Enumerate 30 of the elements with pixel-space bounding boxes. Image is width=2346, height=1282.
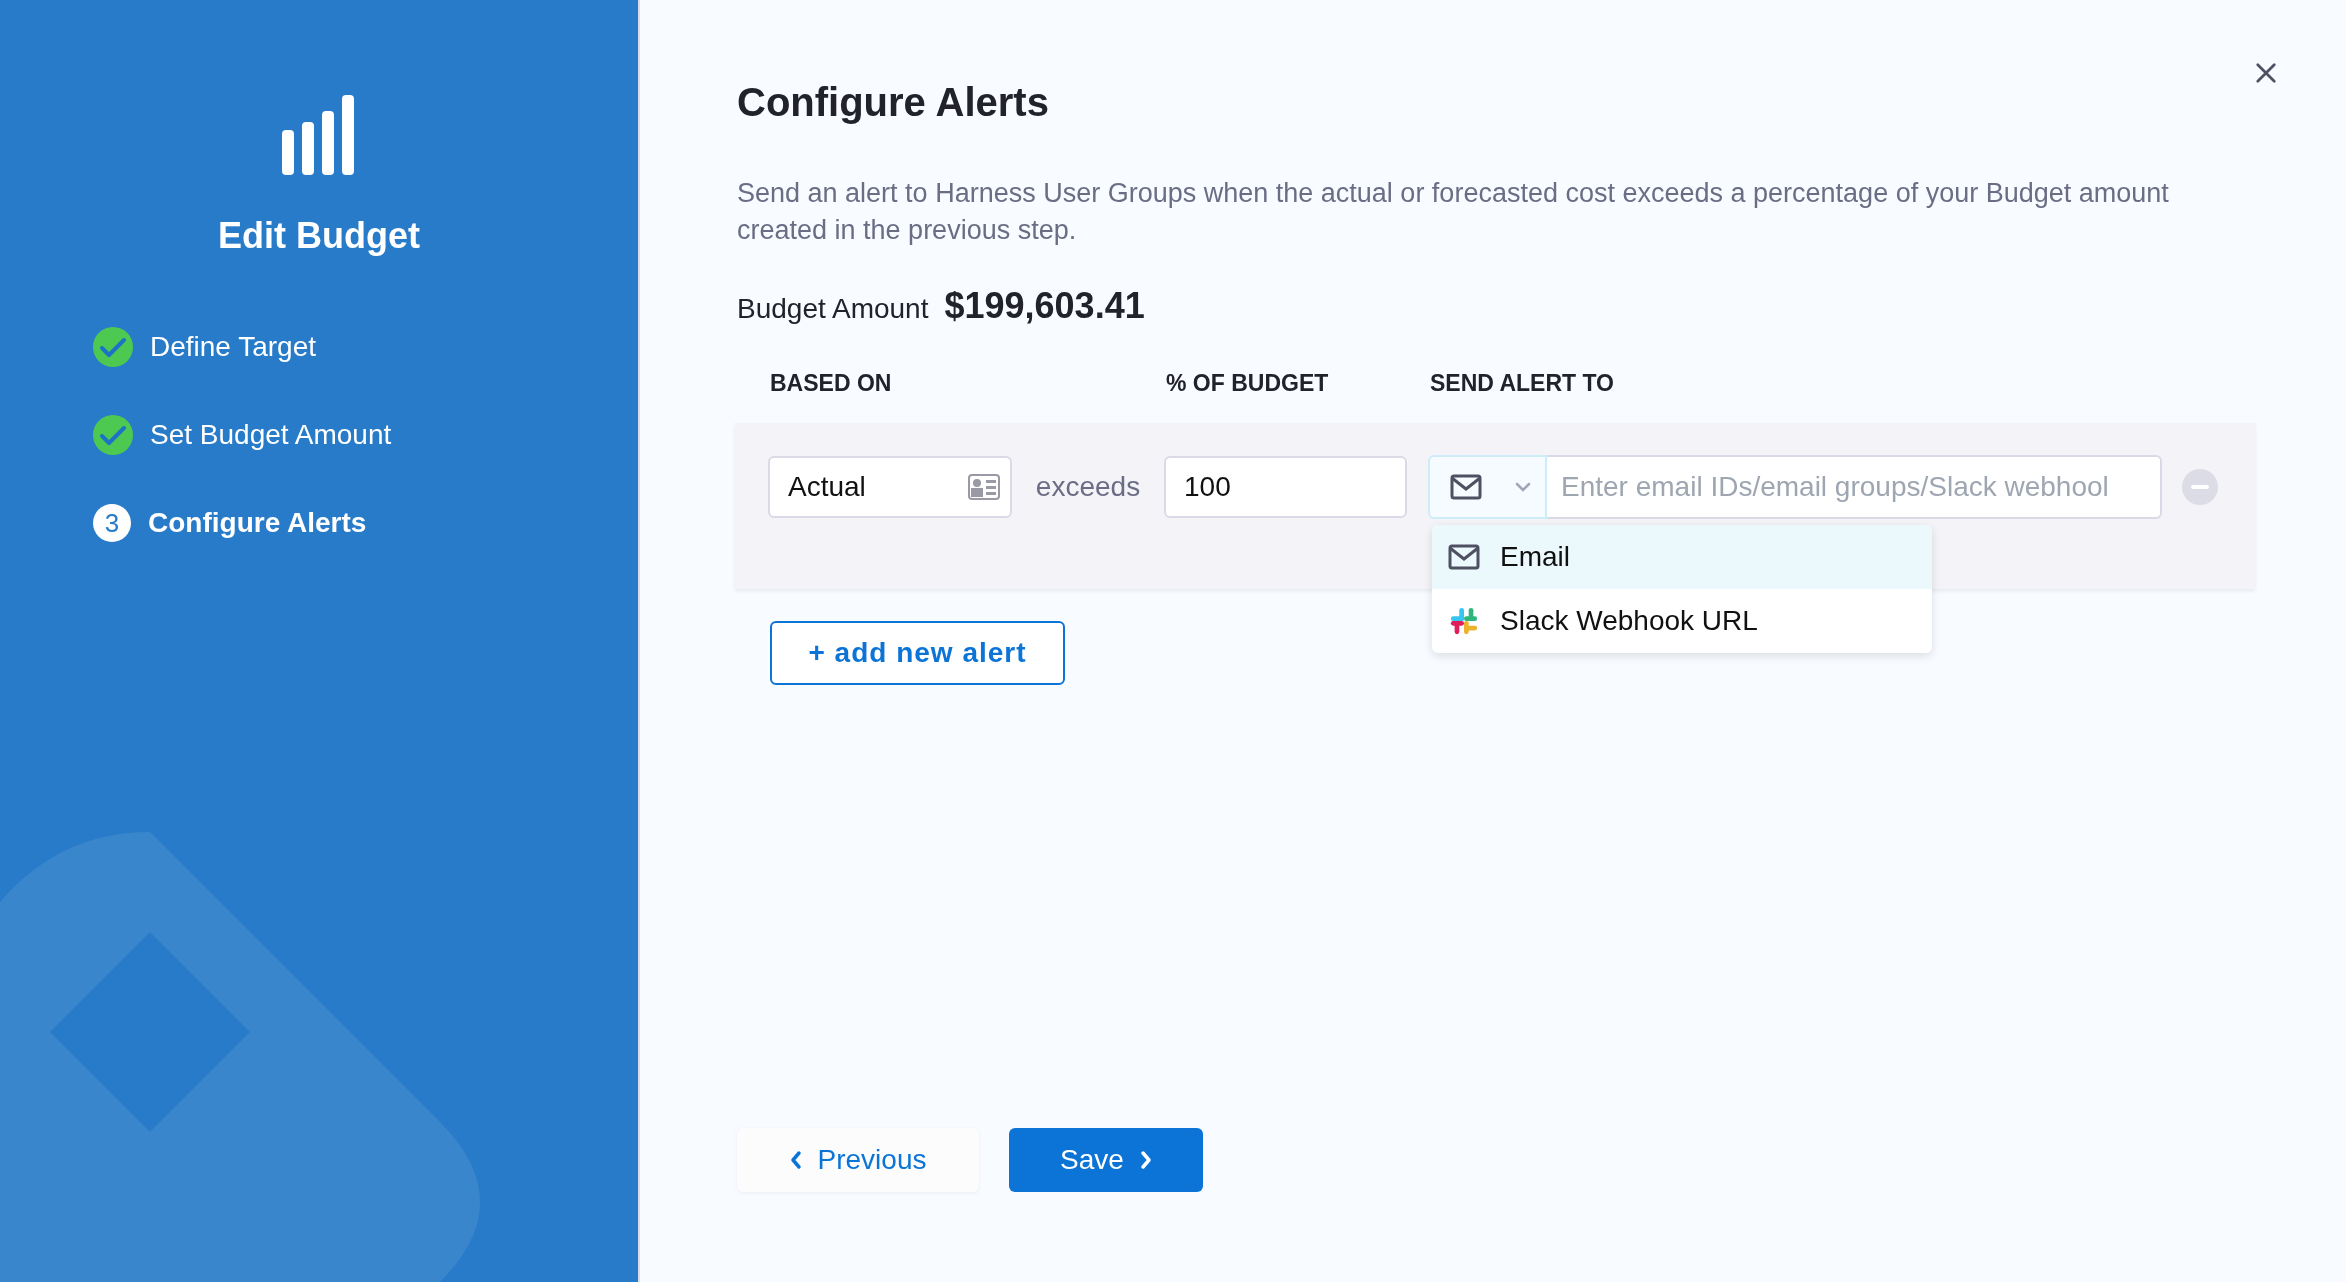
- menu-item[interactable]: Email: [1432, 525, 1932, 589]
- step-label[interactable]: Define Target: [150, 331, 317, 363]
- add-alert-button[interactable]: + add new alert: [770, 621, 1065, 685]
- exceeds-label: exceeds: [1034, 471, 1142, 503]
- column-header: % OF BUDGET: [1166, 369, 1330, 397]
- recipients-field[interactable]: Enter email IDs/email groups/Slack webhool: [1547, 455, 2162, 519]
- column-header: SEND ALERT TO: [1430, 369, 1615, 397]
- hash-logo-icon: [1448, 606, 1480, 636]
- bar-chart-icon: [282, 95, 356, 175]
- based-on-field[interactable]: Actual: [768, 456, 1012, 518]
- description-text: Send an alert to Harness User Groups when the actual or forecasted cost exceeds a percentage of your Budget amount created in the previous step.: [737, 177, 2170, 247]
- step-label[interactable]: Set Budget Amount: [150, 419, 392, 451]
- budget-amount-label: Budget Amount: [737, 293, 929, 325]
- chevron-down-icon: [1515, 482, 1531, 492]
- page-title: Configure Alerts: [737, 80, 1050, 125]
- id-card-icon: [968, 474, 1000, 500]
- close-icon[interactable]: [2255, 62, 2277, 84]
- save-button[interactable]: Save: [1009, 1128, 1203, 1192]
- percentage-field[interactable]: 100: [1164, 456, 1407, 518]
- sidebar-title: Edit Budget: [218, 215, 420, 257]
- column-header: BASED ON: [770, 369, 893, 397]
- step-number: 3: [93, 504, 131, 542]
- envelope-icon: [1450, 474, 1482, 500]
- menu-item[interactable]: Slack Webhook URL: [1432, 589, 1932, 653]
- budget-amount-value: $199,603.41: [944, 285, 1145, 327]
- envelope-icon: [1448, 542, 1480, 572]
- chevron-left-icon: [789, 1150, 802, 1170]
- step-label[interactable]: Configure Alerts: [148, 507, 367, 539]
- chevron-right-icon: [1139, 1150, 1152, 1170]
- previous-button[interactable]: Previous: [737, 1128, 979, 1192]
